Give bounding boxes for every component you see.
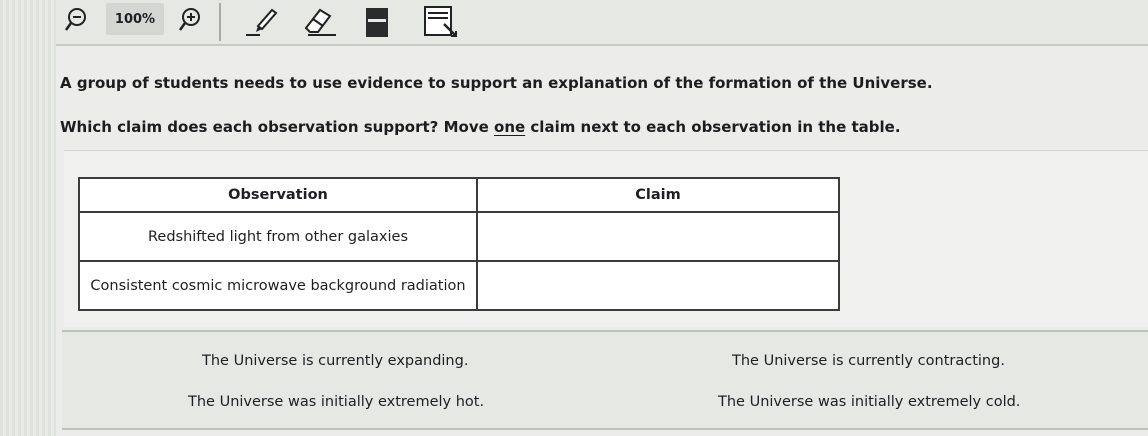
header-claim: Claim — [476, 177, 840, 213]
claim-card-hot[interactable]: The Universe was initially extremely hot… — [184, 392, 488, 412]
prompt-emphasis: one — [494, 118, 526, 136]
claim-drop-zone[interactable] — [476, 211, 840, 262]
table-row: Redshifted light from other galaxies — [78, 211, 840, 262]
observation-cell: Redshifted light from other galaxies — [78, 211, 478, 262]
zoom-in-icon[interactable] — [176, 7, 202, 33]
question-stem: A group of students needs to use evidenc… — [60, 74, 933, 92]
table-row: Consistent cosmic microwave background r… — [78, 260, 840, 311]
toolbar: 100% — [56, 0, 1148, 46]
pencil-icon[interactable] — [244, 4, 280, 38]
claim-card-expanding[interactable]: The Universe is currently expanding. — [198, 351, 472, 371]
claim-card-cold[interactable]: The Universe was initially extremely col… — [714, 392, 1024, 412]
toolbar-divider — [219, 3, 221, 41]
claim-bank: The Universe is currently expanding. The… — [62, 330, 1148, 430]
zoom-level: 100% — [106, 3, 164, 35]
claim-drop-zone[interactable] — [476, 260, 840, 311]
table-panel: Observation Claim Redshifted light from … — [64, 150, 1148, 327]
header-observation: Observation — [78, 177, 478, 213]
prompt-text-start: Which claim does each observation suppor… — [60, 118, 495, 136]
observation-cell: Consistent cosmic microwave background r… — [78, 260, 478, 311]
observation-claim-table: Observation Claim Redshifted light from … — [78, 177, 840, 311]
line-reader-icon[interactable] — [420, 4, 460, 40]
eraser-icon[interactable] — [300, 4, 340, 38]
question-prompt: Which claim does each observation suppor… — [60, 118, 901, 136]
prompt-text-end: claim next to each observation in the ta… — [525, 118, 901, 136]
question-area: A group of students needs to use evidenc… — [56, 46, 1148, 436]
zoom-out-icon[interactable] — [64, 7, 88, 33]
table-header-row: Observation Claim — [78, 177, 840, 213]
claim-card-contracting[interactable]: The Universe is currently contracting. — [728, 351, 1009, 371]
left-margin-strip — [0, 0, 56, 436]
notepad-icon[interactable] — [362, 6, 392, 40]
